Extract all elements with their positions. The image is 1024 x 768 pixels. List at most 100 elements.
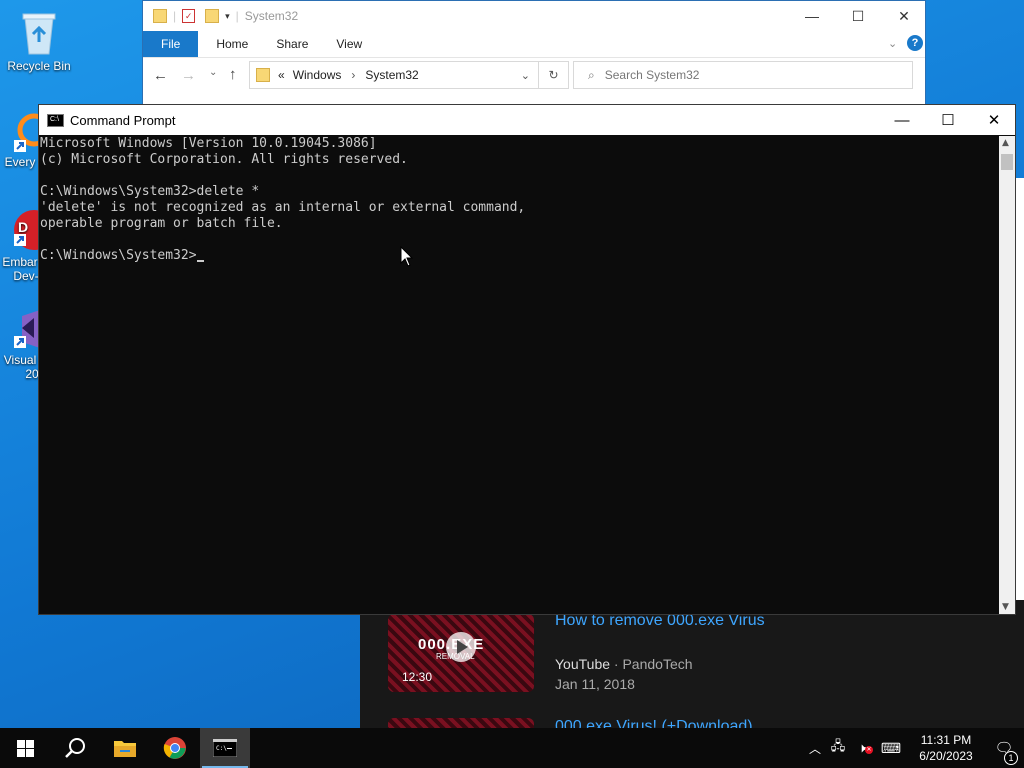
desktop-icon-everything[interactable]: Every <box>0 112 51 169</box>
clock[interactable]: 11:31 PM 6/20/2023 <box>908 732 984 764</box>
address-dropdown-icon[interactable]: ⌄ <box>521 69 530 82</box>
breadcrumb-overflow[interactable]: « <box>278 68 285 82</box>
expand-ribbon-icon[interactable]: ⌄ <box>888 37 897 50</box>
forward-arrow-icon[interactable]: → <box>181 67 196 84</box>
explorer-title: System32 <box>244 9 299 23</box>
scrollbar-thumb[interactable] <box>1001 154 1013 170</box>
explorer-ribbon: File Home Share View ⌄ ? <box>143 31 925 58</box>
mouse-pointer-icon <box>400 246 414 267</box>
cmd-icon: C:\ <box>213 739 237 757</box>
search-placeholder: Search System32 <box>604 68 700 82</box>
console-line: operable program or batch file. <box>40 216 283 231</box>
chrome-icon <box>163 737 186 759</box>
cmd-titlebar[interactable]: C:\ Command Prompt — ☐ ✕ <box>39 105 1015 135</box>
recent-locations-icon[interactable]: ⌄ <box>209 67 217 78</box>
notification-badge: 1 <box>1004 751 1018 765</box>
taskbar: C:\ ︿ 🖧 🕨 ✕ ⌨ 11:31 PM 6/20/2023 🗨 1 <box>0 728 1024 768</box>
video-duration: 12:30 <box>402 670 433 684</box>
console-line: (c) Microsoft Corporation. All rights re… <box>40 152 408 167</box>
video-date: Jan 11, 2018 <box>555 676 635 692</box>
folder-icon <box>153 9 167 23</box>
console-prompt: C:\Windows\System32> <box>40 248 197 263</box>
desktop-icon-recycle-bin[interactable]: Recycle Bin <box>0 8 78 73</box>
explorer-titlebar: | ✓ ▾ | System32 — ☐ ✕ <box>143 1 925 31</box>
visual-studio-icon <box>14 310 40 348</box>
command-prompt-window[interactable]: C:\ Command Prompt — ☐ ✕ Microsoft Windo… <box>38 104 1016 615</box>
ribbon-tab-file[interactable]: File <box>143 31 199 57</box>
console-prompt-line[interactable]: C:\Windows\System32> <box>40 248 1001 264</box>
minimize-button[interactable]: — <box>789 1 835 31</box>
breadcrumb-system32[interactable]: System32 <box>365 68 418 82</box>
ribbon-tab-share[interactable]: Share <box>262 31 322 57</box>
background-browser-edge <box>1016 178 1024 608</box>
recycle-bin-icon <box>22 13 56 55</box>
cmd-app-icon: C:\ <box>47 113 64 127</box>
close-button[interactable]: ✕ <box>971 105 1017 135</box>
up-arrow-icon[interactable]: ↑ <box>229 66 237 83</box>
desktop-icon-visual-studio[interactable]: Visual 20 <box>0 308 40 381</box>
maximize-button[interactable]: ☐ <box>925 105 971 135</box>
properties-icon[interactable]: ✓ <box>182 9 196 23</box>
clock-time: 11:31 PM <box>920 733 972 747</box>
network-icon[interactable]: 🖧 <box>826 737 850 759</box>
desktop-icon-label-line2: 20 <box>25 367 39 381</box>
system-tray: ︿ 🖧 🕨 ✕ ⌨ 11:31 PM 6/20/2023 🗨 1 <box>804 728 1024 768</box>
embarcadero-icon: D <box>14 210 54 250</box>
back-arrow-icon[interactable]: ← <box>153 67 168 84</box>
play-icon <box>446 632 476 662</box>
svg-text:C:\: C:\ <box>216 745 227 752</box>
desktop-icon-label: Every <box>4 155 36 169</box>
taskbar-command-prompt[interactable]: C:\ <box>200 728 250 768</box>
desktop-icon-label: Visual <box>3 353 37 367</box>
console-line: C:\Windows\System32>delete * <box>40 184 260 199</box>
explorer-address-row: ← → ⌄ ↑ « Windows › System32 ⌄ ↻ ⌕ Searc… <box>143 61 925 95</box>
keyboard-icon[interactable]: ⌨ <box>874 740 908 757</box>
new-folder-icon[interactable] <box>205 9 220 23</box>
video-source: YouTube <box>555 656 611 672</box>
desktop-icon-label: Recycle Bin <box>7 59 71 73</box>
youtube-results-panel: 000.EXE REMOVAL 12:30 How to remove 000.… <box>360 600 1024 738</box>
folder-icon <box>114 741 136 757</box>
volume-muted-icon[interactable]: 🕨 ✕ <box>850 740 874 756</box>
maximize-button[interactable]: ☐ <box>835 1 881 31</box>
search-icon: ⌕ <box>588 67 595 82</box>
console-line: Microsoft Windows [Version 10.0.19045.30… <box>40 136 377 151</box>
console-line: 'delete' is not recognized as an interna… <box>40 200 526 215</box>
text-cursor <box>196 260 204 262</box>
desktop-icon-label-line2: Dev- <box>13 269 39 283</box>
taskbar-chrome[interactable] <box>150 728 200 768</box>
chevron-down-icon[interactable]: ▾ <box>225 11 230 22</box>
cmd-console-output[interactable]: Microsoft Windows [Version 10.0.19045.30… <box>39 136 1001 614</box>
notification-center-icon[interactable]: 🗨 1 <box>984 739 1024 765</box>
video-thumbnail[interactable]: 000.EXE REMOVAL 12:30 <box>388 614 534 692</box>
address-bar[interactable]: « Windows › System32 ⌄ <box>249 61 539 89</box>
minimize-button[interactable]: — <box>879 105 925 135</box>
search-input[interactable]: ⌕ Search System32 <box>573 61 913 89</box>
cmd-title: Command Prompt <box>70 112 176 128</box>
show-hidden-icons-icon[interactable]: ︿ <box>804 740 826 757</box>
close-button[interactable]: ✕ <box>881 1 927 31</box>
scroll-down-icon[interactable]: ▼ <box>1002 602 1009 612</box>
video-author[interactable]: PandoTech <box>622 656 692 672</box>
search-app-icon <box>14 113 51 152</box>
cmd-scrollbar[interactable]: ▲ ▼ <box>999 136 1015 614</box>
search-button[interactable] <box>50 728 100 768</box>
ribbon-tab-view[interactable]: View <box>322 31 376 57</box>
ribbon-tab-home[interactable]: Home <box>202 31 262 57</box>
folder-icon <box>256 68 270 82</box>
start-button[interactable] <box>0 728 50 768</box>
search-icon <box>65 738 85 758</box>
video-channel: YouTube · PandoTech <box>555 656 693 672</box>
refresh-icon[interactable]: ↻ <box>539 61 569 89</box>
help-icon[interactable]: ? <box>907 35 923 51</box>
scroll-up-icon[interactable]: ▲ <box>1002 138 1009 148</box>
desktop-icon-embarcadero[interactable]: D Embar Dev- <box>0 206 54 283</box>
clock-date: 6/20/2023 <box>919 749 973 763</box>
desktop-icon-label: Embar <box>2 255 38 269</box>
breadcrumb-windows[interactable]: Windows <box>293 68 342 82</box>
taskbar-file-explorer[interactable] <box>100 728 150 768</box>
file-explorer-window: | ✓ ▾ | System32 — ☐ ✕ File Home Share V… <box>142 0 926 106</box>
svg-text:D: D <box>18 219 28 235</box>
